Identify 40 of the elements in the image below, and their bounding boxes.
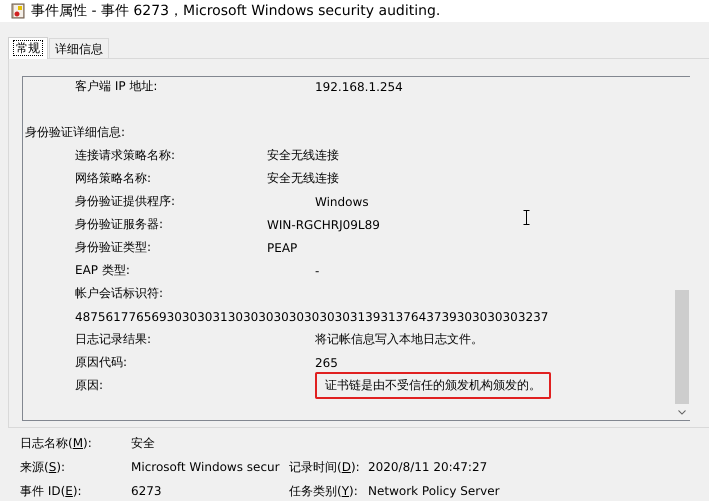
field-value: 48756177656930303031303030303030303031393137643739303030303237 xyxy=(75,310,548,324)
tab[interactable]: 详细信息 xyxy=(49,38,109,58)
field-label: 连接请求策略名称: xyxy=(75,147,176,164)
property-value: Microsoft Windows secur xyxy=(131,460,280,474)
property-label: 事件 ID(E): xyxy=(20,482,83,500)
field-value: PEAP xyxy=(267,240,298,254)
property-value: 安全 xyxy=(131,436,155,450)
field-label: 原因代码: xyxy=(75,354,128,371)
field-value: 安全无线连接 xyxy=(267,170,339,187)
field-label: 身份验证提供程序: xyxy=(75,193,176,210)
property-value: Network Policy Server xyxy=(368,484,500,498)
property-value: 6273 xyxy=(131,484,162,498)
field-value: 192.168.1.254 xyxy=(315,80,403,94)
field-value: - xyxy=(315,264,320,278)
section-heading: 身份验证详细信息: xyxy=(25,124,126,141)
field-label: EAP 类型: xyxy=(75,262,131,279)
field-value: 将记帐信息写入本地日志文件。 xyxy=(315,331,483,348)
field-label: 身份验证类型: xyxy=(75,239,152,256)
field-value: 265 xyxy=(315,356,338,370)
text-cursor-icon xyxy=(523,210,530,225)
property-label: 日志名称(M): xyxy=(20,434,93,452)
field-label: 日志记录结果: xyxy=(75,331,152,348)
scroll-down-icon[interactable] xyxy=(678,410,686,414)
window-title: 事件属性 - 事件 6273，Microsoft Windows security auditing. xyxy=(31,2,440,20)
field-label: 网络策略名称: xyxy=(75,170,152,187)
tab[interactable]: 常规 xyxy=(8,37,48,59)
field-value: Windows xyxy=(315,194,369,208)
field-label: 帐户会话标识符: xyxy=(75,285,164,302)
property-label: 记录时间(D): xyxy=(289,458,361,476)
property-value: 2020/8/11 20:47:27 xyxy=(368,460,488,474)
property-label: 来源(S): xyxy=(20,458,66,476)
field-value: 安全无线连接 xyxy=(267,147,339,164)
field-label: 客户端 IP 地址: xyxy=(75,78,158,95)
highlighted-value: 证书链是由不受信任的颁发机构颁发的。 xyxy=(315,372,551,399)
description-box[interactable] xyxy=(22,76,690,421)
field-label: 原因: xyxy=(75,377,104,394)
event-log-icon xyxy=(11,3,25,19)
property-label: 任务类别(Y): xyxy=(289,482,359,500)
field-value: WIN-RGCHRJ09L89 xyxy=(267,218,380,232)
field-label: 身份验证服务器: xyxy=(75,216,164,233)
